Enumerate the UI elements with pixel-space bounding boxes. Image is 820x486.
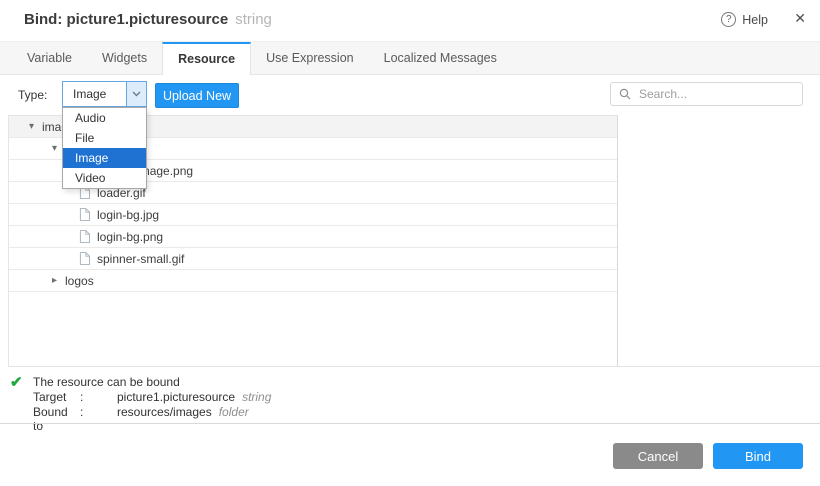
preview-panel (618, 115, 820, 367)
status-value: picture1.picturesource (117, 390, 235, 404)
tree-item-label: login-bg.png (97, 230, 163, 244)
caret-down-icon[interactable]: ▾ (25, 121, 38, 132)
dialog-titlebar: Bind: picture1.picturesource string Help (0, 0, 820, 42)
tree-file-login-bg.jpg[interactable]: login-bg.jpg (9, 204, 617, 226)
status-label: Target (33, 390, 80, 404)
type-option-video[interactable]: Video (63, 168, 146, 188)
file-icon (79, 252, 90, 265)
type-option-audio[interactable]: Audio (63, 108, 146, 128)
cancel-button[interactable]: Cancel (613, 443, 703, 469)
tab-use-expression[interactable]: Use Expression (251, 42, 369, 74)
help-button[interactable]: Help (721, 12, 768, 27)
type-option-file[interactable]: File (63, 128, 146, 148)
search-input[interactable] (637, 86, 787, 102)
dialog-title: Bind: picture1.picturesource string (24, 11, 272, 28)
tab-resource[interactable]: Resource (162, 42, 251, 75)
file-icon (79, 208, 90, 221)
upload-new-button[interactable]: Upload New (155, 83, 239, 108)
type-dropdown-menu: AudioFileImageVideo (62, 107, 147, 189)
tree-file-spinner-small.gif[interactable]: spinner-small.gif (9, 248, 617, 270)
close-icon[interactable] (794, 10, 806, 27)
file-icon (79, 230, 90, 243)
status-value: resources/images (117, 405, 212, 433)
tree-item-label: logos (65, 274, 94, 288)
dialog-title-text: Bind: picture1.picturesource (24, 11, 228, 28)
tab-widgets[interactable]: Widgets (87, 42, 162, 74)
help-icon (721, 12, 736, 27)
tree-item-label: spinner-small.gif (97, 252, 184, 266)
tree-file-login-bg.png[interactable]: login-bg.png (9, 226, 617, 248)
status-message: The resource can be bound (33, 375, 180, 389)
type-label: Type: (18, 88, 47, 102)
tree-folder-logos[interactable]: ▸ logos (9, 270, 617, 292)
type-option-image[interactable]: Image (63, 148, 146, 168)
chevron-down-icon[interactable] (126, 82, 146, 106)
status-meta: string (242, 390, 271, 404)
status-separator: : (80, 390, 117, 404)
check-icon (10, 373, 23, 391)
caret-right-icon[interactable]: ▸ (48, 275, 61, 286)
status-label: Bound to (33, 405, 80, 433)
status-row-target: Target : picture1.picturesource string (33, 390, 271, 404)
caret-down-icon[interactable]: ▾ (48, 143, 61, 154)
search-icon (619, 88, 631, 100)
tab-variable[interactable]: Variable (12, 42, 87, 74)
type-select[interactable]: Image (62, 81, 147, 107)
type-select-value: Image (63, 82, 126, 106)
status-row-bound-to: Bound to : resources/images folder (33, 405, 249, 433)
status-separator: : (80, 405, 117, 433)
bind-button[interactable]: Bind (713, 443, 803, 469)
status-meta: folder (219, 405, 249, 433)
tab-localized-messages[interactable]: Localized Messages (369, 42, 512, 74)
help-label: Help (742, 13, 768, 27)
search-box[interactable] (610, 82, 803, 106)
footer-divider (0, 423, 820, 424)
tree-item-label: login-bg.jpg (97, 208, 159, 222)
tab-strip: Variable Widgets Resource Use Expression… (0, 42, 820, 75)
dialog-title-type: string (235, 11, 272, 28)
